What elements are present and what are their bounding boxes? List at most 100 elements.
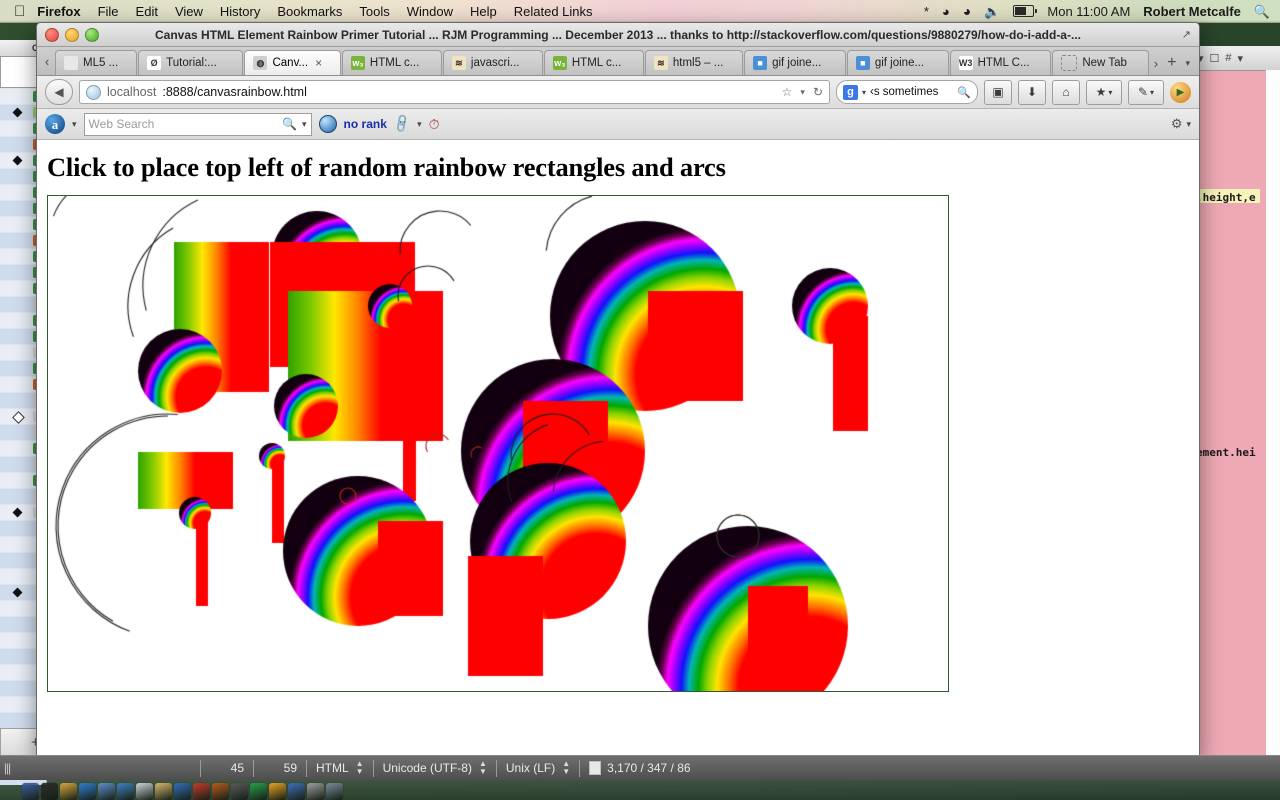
dock-item-4[interactable]: [98, 783, 115, 800]
editor-status-bar[interactable]: ||| 45 59 HTML ▲▼ Unicode (UTF-8) ▲▼ Uni…: [0, 755, 1280, 780]
bookmark-caret-icon[interactable]: ▾: [800, 87, 805, 98]
link-caret-icon[interactable]: ▾: [417, 119, 422, 130]
background-code-window[interactable]: ▾ ☐ # ▾ .height,e ement.hei: [1193, 46, 1280, 766]
tab-scroll-left-icon[interactable]: ‹: [39, 49, 55, 75]
code-window-toolbar[interactable]: ▾ ☐ # ▾: [1194, 46, 1280, 71]
tab-2[interactable]: ◍Canv...×: [244, 50, 340, 75]
menu-item-file[interactable]: File: [98, 4, 119, 19]
menubar-clock[interactable]: Mon 11:00 AM: [1047, 5, 1130, 18]
home-button[interactable]: ⌂: [1052, 80, 1080, 105]
bookmark-star-icon[interactable]: ☆: [782, 85, 793, 99]
dock-item-7[interactable]: [155, 783, 172, 800]
play-button[interactable]: ▶: [1170, 82, 1191, 103]
dock-item-13[interactable]: [269, 783, 286, 800]
time-machine-icon[interactable]: ◕: [942, 5, 950, 18]
bluetooth-icon[interactable]: *: [924, 5, 929, 18]
stepper-icon[interactable]: ▲▼: [562, 760, 570, 776]
tab-scroll-right-icon[interactable]: ›: [1154, 56, 1158, 71]
close-button[interactable]: [45, 28, 59, 42]
window-icon[interactable]: ☐: [1210, 52, 1220, 65]
dock[interactable]: [0, 780, 1280, 800]
tab-7[interactable]: ■gif joine...: [744, 50, 846, 75]
minimize-button[interactable]: [65, 28, 79, 42]
menu-item-bookmarks[interactable]: Bookmarks: [277, 4, 342, 19]
chevron-down-icon[interactable]: ▾: [1238, 52, 1244, 65]
menu-item-history[interactable]: History: [220, 4, 260, 19]
alexa-icon[interactable]: a: [45, 114, 65, 134]
addon-button[interactable]: ✎▾: [1128, 80, 1164, 105]
dock-item-15[interactable]: [307, 783, 324, 800]
alexa-caret-icon[interactable]: ▾: [72, 119, 77, 130]
tab-4[interactable]: ≋javascri...: [443, 50, 543, 75]
web-search-input[interactable]: Web Search 🔍 ▾: [84, 113, 312, 136]
dock-item-8[interactable]: [174, 783, 191, 800]
stepper-icon[interactable]: ▲▼: [356, 760, 364, 776]
dock-item-9[interactable]: [193, 783, 210, 800]
search-icon[interactable]: 🔍: [282, 117, 297, 131]
settings-caret-icon[interactable]: ▾: [1186, 119, 1191, 130]
menu-item-edit[interactable]: Edit: [136, 4, 158, 19]
rainbow-canvas[interactable]: [47, 195, 949, 692]
dock-item-14[interactable]: [288, 783, 305, 800]
menu-item-help[interactable]: Help: [470, 4, 497, 19]
back-button[interactable]: ◀: [45, 79, 73, 105]
dock-item-5[interactable]: [117, 783, 134, 800]
tab-3[interactable]: w₃HTML c...: [342, 50, 442, 75]
gear-icon[interactable]: ⚙: [1171, 116, 1183, 132]
grid-icon[interactable]: #: [1225, 52, 1231, 64]
menu-item-related-links[interactable]: Related Links: [514, 4, 593, 19]
status-encoding[interactable]: Unicode (UTF-8) ▲▼: [373, 760, 496, 777]
search-engine-badge[interactable]: g: [843, 85, 858, 100]
search-input-value[interactable]: ‹s sometimes: [870, 86, 938, 98]
window-title-bar[interactable]: Canvas HTML Element Rainbow Primer Tutor…: [37, 23, 1199, 47]
dock-item-12[interactable]: [250, 783, 267, 800]
tab-list-icon[interactable]: ▾: [1185, 58, 1190, 69]
tab-bar[interactable]: ‹ ML5 ...ØTutorial:...◍Canv...×w₃HTML c.…: [37, 47, 1199, 76]
status-line-endings[interactable]: Unix (LF) ▲▼: [496, 760, 579, 777]
chevron-down-icon[interactable]: ▾: [1108, 88, 1112, 97]
grip-icon[interactable]: |||: [0, 761, 14, 775]
menubar-user[interactable]: Robert Metcalfe: [1143, 5, 1241, 18]
tab-10[interactable]: New Tab: [1052, 50, 1148, 75]
chevron-down-icon[interactable]: ▾: [1150, 88, 1154, 97]
dock-item-1[interactable]: [41, 783, 58, 800]
status-language[interactable]: HTML ▲▼: [306, 760, 373, 777]
dock-item-16[interactable]: [326, 783, 343, 800]
tab-strip[interactable]: ML5 ...ØTutorial:...◍Canv...×w₃HTML c...…: [55, 50, 1150, 75]
menu-item-window[interactable]: Window: [407, 4, 453, 19]
downloads-button[interactable]: ⬇: [1018, 80, 1046, 105]
dock-item-6[interactable]: [136, 783, 153, 800]
search-engine-caret-icon[interactable]: ▾: [862, 88, 866, 97]
reload-icon[interactable]: ↻: [813, 85, 823, 99]
stepper-icon[interactable]: ▲▼: [479, 760, 487, 776]
menu-item-view[interactable]: View: [175, 4, 203, 19]
addon-toolbar[interactable]: a ▾ Web Search 🔍 ▾ no rank 🔗 ▾ ⏱ ⚙ ▾: [37, 109, 1199, 140]
url-bar[interactable]: localhost :8888/canvasrainbow.html ☆ ▾ ↻: [79, 80, 830, 104]
tab-8[interactable]: ■gif joine...: [847, 50, 949, 75]
tab-1[interactable]: ØTutorial:...: [138, 50, 243, 75]
search-icon[interactable]: 🔍: [1254, 5, 1270, 18]
dock-item-10[interactable]: [212, 783, 229, 800]
mac-menu-bar[interactable]:  Firefox File Edit View History Bookmar…: [0, 0, 1280, 23]
expand-icon[interactable]: ↗: [1182, 28, 1191, 41]
search-caret-icon[interactable]: ▾: [302, 119, 307, 130]
tab-5[interactable]: w₃HTML c...: [544, 50, 644, 75]
zoom-button[interactable]: [85, 28, 99, 42]
menu-item-firefox[interactable]: Firefox: [37, 4, 80, 19]
wifi-icon[interactable]: ◕: [963, 4, 971, 18]
tab-9[interactable]: W3HTML C...: [950, 50, 1052, 75]
volume-icon[interactable]: 🔈: [984, 5, 1000, 18]
battery-icon[interactable]: [1013, 5, 1034, 17]
navigation-toolbar[interactable]: ◀ localhost :8888/canvasrainbow.html ☆ ▾…: [37, 76, 1199, 109]
menu-item-tools[interactable]: Tools: [359, 4, 389, 19]
screenshot-button[interactable]: ▣: [984, 80, 1012, 105]
chain-link-icon[interactable]: 🔗: [391, 113, 413, 135]
new-tab-button[interactable]: +: [1167, 54, 1176, 72]
traffic-rank-icon[interactable]: ⏱: [429, 116, 440, 133]
dock-item-11[interactable]: [231, 783, 248, 800]
dock-item-0[interactable]: [22, 783, 39, 800]
tab-6[interactable]: ≋html5 – ...: [645, 50, 743, 75]
dock-item-3[interactable]: [79, 783, 96, 800]
search-go-icon[interactable]: 🔍: [957, 86, 971, 99]
bookmarks-button[interactable]: ★▾: [1086, 80, 1122, 105]
